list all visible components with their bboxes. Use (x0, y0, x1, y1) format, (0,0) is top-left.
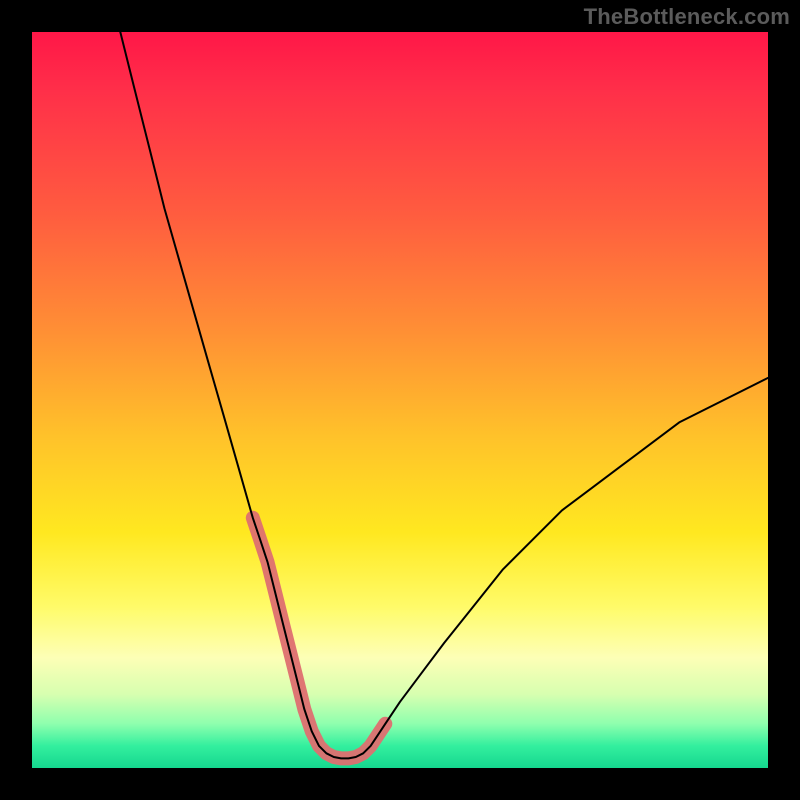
bottleneck-curve (120, 32, 768, 758)
plot-area (32, 32, 768, 768)
chart-frame: TheBottleneck.com (0, 0, 800, 800)
chart-svg (32, 32, 768, 768)
curve-highlight (253, 518, 385, 759)
watermark-label: TheBottleneck.com (584, 4, 790, 30)
